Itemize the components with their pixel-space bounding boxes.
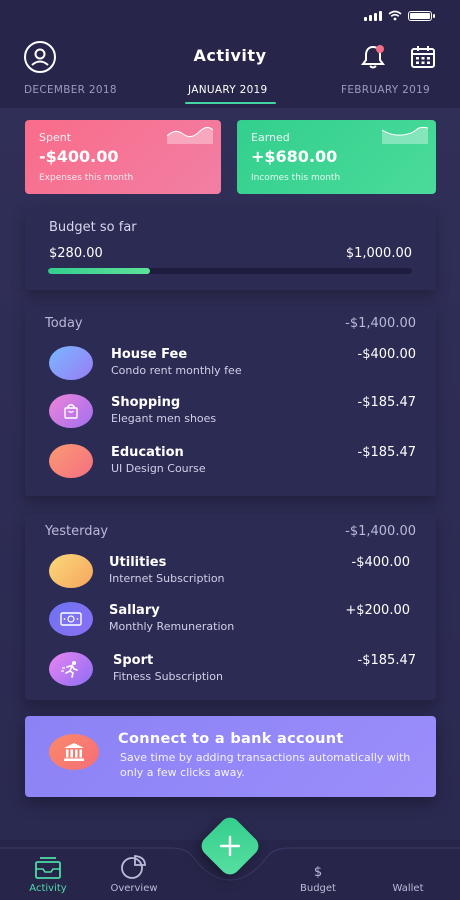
budget-card[interactable]: Budget so far $280.00 $1,000.00 xyxy=(25,208,436,290)
runner-glyph xyxy=(61,661,78,678)
budget-progress-bar xyxy=(48,268,412,274)
runner-icon xyxy=(49,652,93,686)
plus-glyph xyxy=(219,835,241,857)
transaction-row[interactable]: House Fee Condo rent monthly fee -$400.0… xyxy=(25,344,436,384)
spent-label: Spent xyxy=(39,131,72,144)
plus-icon xyxy=(207,823,253,869)
signal-icon xyxy=(364,10,382,21)
today-total: -$1,400.00 xyxy=(345,316,416,331)
transaction-amount: -$185.47 xyxy=(357,653,416,668)
nav-wallet-label: Wallet xyxy=(392,883,424,894)
transaction-amount: -$185.47 xyxy=(357,395,416,410)
notifications-button[interactable] xyxy=(356,40,390,74)
transaction-row[interactable]: Sallary Monthly Remuneration +$200.00 xyxy=(25,600,436,640)
earned-amount: +$680.00 xyxy=(251,147,338,166)
transaction-subtitle: Condo rent monthly fee xyxy=(111,364,242,377)
spent-card[interactable]: Spent -$400.00 Expenses this month xyxy=(25,120,221,194)
today-transactions: Today -$1,400.00 House Fee Condo rent mo… xyxy=(25,306,436,496)
transaction-row[interactable]: Education UI Design Course -$185.47 xyxy=(25,442,436,482)
nav-budget[interactable]: $ Budget xyxy=(296,865,340,894)
pie-chart-icon xyxy=(121,855,146,879)
earned-label: Earned xyxy=(251,131,290,144)
dollar-icon: $ xyxy=(313,865,323,880)
calendar-button[interactable] xyxy=(406,40,440,74)
calendar-icon xyxy=(411,46,435,68)
transaction-subtitle: Elegant men shoes xyxy=(111,412,217,425)
transaction-subtitle: UI Design Course xyxy=(111,462,206,475)
budget-spent: $280.00 xyxy=(49,246,103,261)
nav-overview-label: Overview xyxy=(110,883,158,894)
bank-card-text: Save time by adding transactions automat… xyxy=(120,751,411,779)
transaction-row[interactable]: Sport Fitness Subscription -$185.47 xyxy=(25,650,436,690)
utilities-icon xyxy=(49,554,93,588)
transaction-amount: -$400.00 xyxy=(357,347,416,362)
transaction-subtitle: Fitness Subscription xyxy=(113,670,223,683)
shopping-bag-glyph xyxy=(64,404,78,419)
budget-progress-fill xyxy=(48,268,150,274)
transaction-title: Sallary xyxy=(109,603,160,618)
earned-subtitle: Incomes this month xyxy=(251,173,341,183)
transaction-subtitle: Internet Subscription xyxy=(109,572,225,585)
activity-tray-icon xyxy=(35,857,61,879)
app-header: Activity xyxy=(0,36,460,76)
status-bar xyxy=(0,0,460,36)
tab-december-2018[interactable]: DECEMBER 2018 xyxy=(24,84,117,96)
money-icon xyxy=(49,602,93,636)
transaction-amount: -$185.47 xyxy=(357,445,416,460)
nav-activity[interactable]: Activity xyxy=(24,857,72,894)
transaction-amount: -$400.00 xyxy=(351,555,410,570)
transaction-amount: +$200.00 xyxy=(345,603,410,618)
active-tab-indicator xyxy=(185,102,276,104)
today-label: Today xyxy=(45,316,83,331)
house-icon xyxy=(49,346,93,380)
budget-title: Budget so far xyxy=(49,220,137,235)
transaction-row[interactable]: Shopping Elegant men shoes -$185.47 xyxy=(25,392,436,432)
nav-overview[interactable]: Overview xyxy=(106,855,162,894)
status-icons xyxy=(364,10,435,21)
banknote-glyph xyxy=(60,612,82,626)
budget-total: $1,000.00 xyxy=(345,246,412,261)
yesterday-transactions: Yesterday -$1,400.00 Utilities Internet … xyxy=(25,514,436,700)
wifi-icon xyxy=(388,10,402,21)
yesterday-label: Yesterday xyxy=(45,524,109,539)
earned-card[interactable]: Earned +$680.00 Incomes this month xyxy=(237,120,436,194)
nav-activity-label: Activity xyxy=(29,883,67,894)
activity-content: Spent -$400.00 Expenses this month Earne… xyxy=(0,108,460,840)
transaction-title: Utilities xyxy=(109,555,167,570)
transaction-title: Education xyxy=(111,445,184,460)
transaction-row[interactable]: Utilities Internet Subscription -$400.00 xyxy=(25,552,436,592)
transaction-title: Sport xyxy=(113,653,154,668)
bank-card-title: Connect to a bank account xyxy=(118,731,344,747)
month-tabs: DECEMBER 2018 JANUARY 2019 FEBRUARY 2019 xyxy=(0,80,460,108)
education-icon xyxy=(49,444,93,478)
tab-february-2019[interactable]: FEBRUARY 2019 xyxy=(341,84,430,96)
nav-budget-label: Budget xyxy=(300,883,336,894)
shopping-bag-icon xyxy=(49,394,93,428)
page-title: Activity xyxy=(193,46,267,65)
battery-icon xyxy=(408,10,435,21)
transaction-subtitle: Monthly Remuneration xyxy=(109,620,235,633)
spent-subtitle: Expenses this month xyxy=(39,173,134,183)
transaction-title: House Fee xyxy=(111,347,188,362)
bank-glyph xyxy=(64,743,84,761)
yesterday-total: -$1,400.00 xyxy=(345,524,416,539)
spent-amount: -$400.00 xyxy=(39,147,119,166)
connect-bank-card[interactable]: Connect to a bank account Save time by a… xyxy=(25,716,436,797)
tab-january-2019[interactable]: JANUARY 2019 xyxy=(188,84,268,96)
bank-icon xyxy=(49,734,99,770)
transaction-title: Shopping xyxy=(111,395,181,410)
nav-wallet[interactable]: Wallet xyxy=(386,883,430,894)
bell-icon xyxy=(361,45,385,69)
